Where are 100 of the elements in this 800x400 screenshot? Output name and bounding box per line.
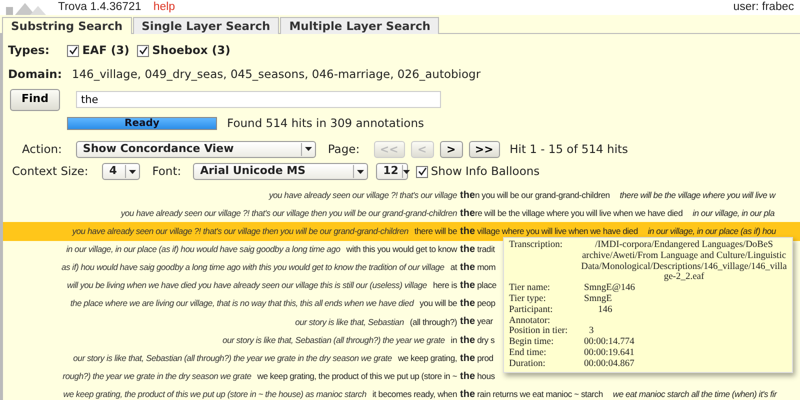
context-text: in our village, in our place (as if) hou would have saig goodby a long time ago [66, 244, 340, 254]
context-text: in our village, in our place (as if) hou [648, 226, 776, 236]
checkbox-label: EAF (3) [82, 42, 130, 59]
keyword-match: the [460, 316, 475, 328]
find-button[interactable]: Find [10, 88, 60, 110]
context-text: will you be living when we have died you have already seen our village this is still our (useless) village [67, 280, 427, 290]
dropdown[interactable]: Show Concordance View [76, 140, 316, 158]
keyword-match: the [460, 352, 475, 364]
concordance-row[interactable]: as if) hou would have saig goodby a long time ago with this you would get to know the tradition of our village at the mom [3, 258, 496, 277]
balloon-label: Tier type: [509, 294, 547, 305]
types-label: Types: [8, 42, 50, 59]
context-text: you have already seen our village ?! that's our village [268, 190, 457, 200]
page-button[interactable]: > [440, 140, 463, 158]
concordance-row[interactable]: we keep grating, the product of this we put up (store in ~ the house) as manioc starch it becomes ready, when the rain returns we eat manioc ~ starch we eat manioc starch all the time (when) it's fir [3, 385, 777, 400]
page-button[interactable]: >> [468, 140, 500, 158]
context-text: there will be the village where you will live w [620, 190, 776, 200]
hit-annotation-text: rain returns we eat manioc ~ starch [476, 388, 603, 399]
context-text: the place where we are living our village, that is no way that this, this all ends when we have died [70, 298, 414, 308]
hit-annotation-text: village where you will live when we have died [476, 226, 638, 236]
page-label: Page: [328, 140, 360, 158]
domain-label: Domain: [8, 66, 62, 84]
balloon-label: Tier name: [509, 283, 552, 294]
hit-annotation-text: year [476, 316, 493, 326]
dropdown-caret-icon [357, 170, 364, 174]
keyword-match: the [460, 334, 475, 346]
checkbox[interactable] [137, 44, 150, 57]
context-text: our story is like that, Sebastian (all through?) the year we grate [222, 334, 445, 345]
font-label: Font: [152, 163, 182, 180]
balloon-label: Duration: [509, 358, 546, 370]
tab[interactable]: Multiple Layer Search [280, 17, 440, 35]
progress-fill: Ready [68, 118, 216, 129]
concordance-row[interactable]: you have already seen our village ?! that's our village then you will be our grand-grand-children there will be the village where you will live w [3, 186, 776, 204]
hit-annotation-text: re will be the village where you will live when we have died [475, 208, 683, 218]
concordance-row[interactable]: our story is like that, Sebastian (all through?) the year we grate in the dry season we grate we keep grating, the prod [3, 349, 494, 368]
context-text: you have already seen our village ?! that's our village then you will be our grand-grand-children [72, 226, 408, 236]
app-title: Trova 1.4.36721 [58, 0, 142, 15]
balloon-value: SmngE [584, 294, 613, 305]
hit-annotation-text: mom [476, 262, 496, 272]
context-text: as if) hou would have saig goodby a long time ago with this you would get to know the tradition of our village [61, 262, 444, 272]
hit-annotation-text: hous [476, 370, 495, 381]
balloon-value: SmngE@146 [584, 283, 636, 294]
concordance-row[interactable]: the place where we are living our village, that is no way that this, this all ends when we have died you will be the peop [3, 294, 496, 313]
context-text: our story is like that, Sebastian [295, 316, 404, 326]
balloon-value: 146 [597, 304, 614, 316]
context-size-label: Context Size: [12, 163, 88, 180]
hit-annotation-text: there will be [414, 226, 457, 236]
dropdown-caret-icon [304, 147, 312, 152]
hit-annotation-text: we keep grating, the product of this we put up (store in ~ [257, 370, 457, 381]
concordance-row[interactable]: rough?) the year we grate in the dry season we grate we keep grating, the product of this we put up (store in ~ the hous [3, 367, 495, 386]
keyword-match: the [460, 298, 475, 310]
hits-text: Hit 1 - 15 of 514 hits [510, 140, 628, 158]
hit-annotation-text: in [450, 334, 457, 345]
concordance-row[interactable]: you have already seen our village ?! that's our village then you will be our grand-grand-children there will be the village where you will live when we have died in our village, in our pla [3, 204, 774, 222]
keyword-match: the [460, 280, 475, 292]
keyword-match: the [460, 244, 475, 256]
context-text: rough?) the year we grate in the dry season we grate [62, 370, 252, 381]
balloon-value: 00:00:04.867 [584, 358, 636, 370]
concordance-row[interactable]: our story is like that, Sebastian (all through?) the year [3, 312, 493, 331]
balloon-value: 3 [589, 326, 595, 338]
hit-annotation-text: n you will be our grand-grand-children [475, 190, 610, 200]
balloon-label: Begin time: [509, 337, 555, 348]
search-field[interactable]: the [76, 91, 441, 108]
help-link[interactable]: help [153, 0, 176, 16]
concordance-row[interactable] [3, 222, 800, 241]
user-label: user: frabec [733, 0, 794, 15]
hit-annotation-text: dry s [476, 334, 495, 345]
tab[interactable]: Single Layer Search [132, 17, 280, 35]
dropdown[interactable]: 4 [102, 163, 140, 180]
context-text: we keep grating, the product of this we put up (store in ~ the house) as manioc starch [63, 388, 366, 399]
action-label: Action: [22, 140, 62, 158]
hit-annotation-text: place [476, 280, 496, 290]
hit-annotation-text: we keep grating, [398, 352, 457, 363]
dropdown[interactable]: Arial Unicode MS [193, 163, 368, 180]
balloon-label: Transcription: [509, 240, 564, 252]
context-text: our story is like that, Sebastian (all through?) the year we grate in the dry season we grate [73, 352, 392, 363]
balloon-label: Position in tier: [509, 326, 569, 338]
hit-annotation-text: here is [432, 280, 457, 290]
balloon-value: 00:00:14.774 [584, 337, 636, 348]
concordance-row[interactable]: in our village, in our place (as if) hou would have saig goodby a long time ago with this you would get to know the tradit [3, 240, 495, 259]
context-text: you have already seen our village ?! that's our village then you will be our grand-grand-children [120, 208, 457, 218]
concordance-row[interactable]: our story is like that, Sebastian (all through?) the year we grate in the dry s [3, 331, 495, 350]
checkbox[interactable] [416, 166, 428, 178]
domain-value: 146_village, 049_dry_seas, 045_seasons, 046-marriage, 026_autobiogr [72, 66, 481, 84]
checkbox[interactable] [67, 44, 80, 57]
hit-annotation-text: prod [476, 352, 494, 363]
status-text: Found 514 hits in 309 annotations [227, 114, 424, 132]
hit-annotation-text: tradit [476, 244, 495, 254]
hit-annotation-text: at [450, 262, 457, 272]
dropdown[interactable]: 12 [376, 163, 408, 180]
hit-annotation-text: with this you would get to know [346, 244, 457, 254]
hit-annotation-text: (all through?) [410, 316, 457, 326]
dropdown-caret-icon [403, 170, 410, 174]
balloon-value: /IMDI-corpora/Endangered Languages/DoBeS archive/Aweti/From Language and Culture/Linguistic Data/Monological/Descriptions/146_village/146_village-2_2.eaf [581, 240, 787, 284]
keyword-match: the [460, 262, 475, 274]
keyword-match: the [460, 388, 475, 400]
balloon-value: 00:00:19.641 [584, 348, 636, 359]
hit-annotation-text: you will be [420, 298, 457, 308]
context-text: in our village, in our pla [692, 208, 774, 218]
concordance-row[interactable]: will you be living when we have died you have already seen our village this is still our (useless) village here is the place [3, 276, 496, 295]
balloon-label: Annotator: [509, 316, 552, 326]
